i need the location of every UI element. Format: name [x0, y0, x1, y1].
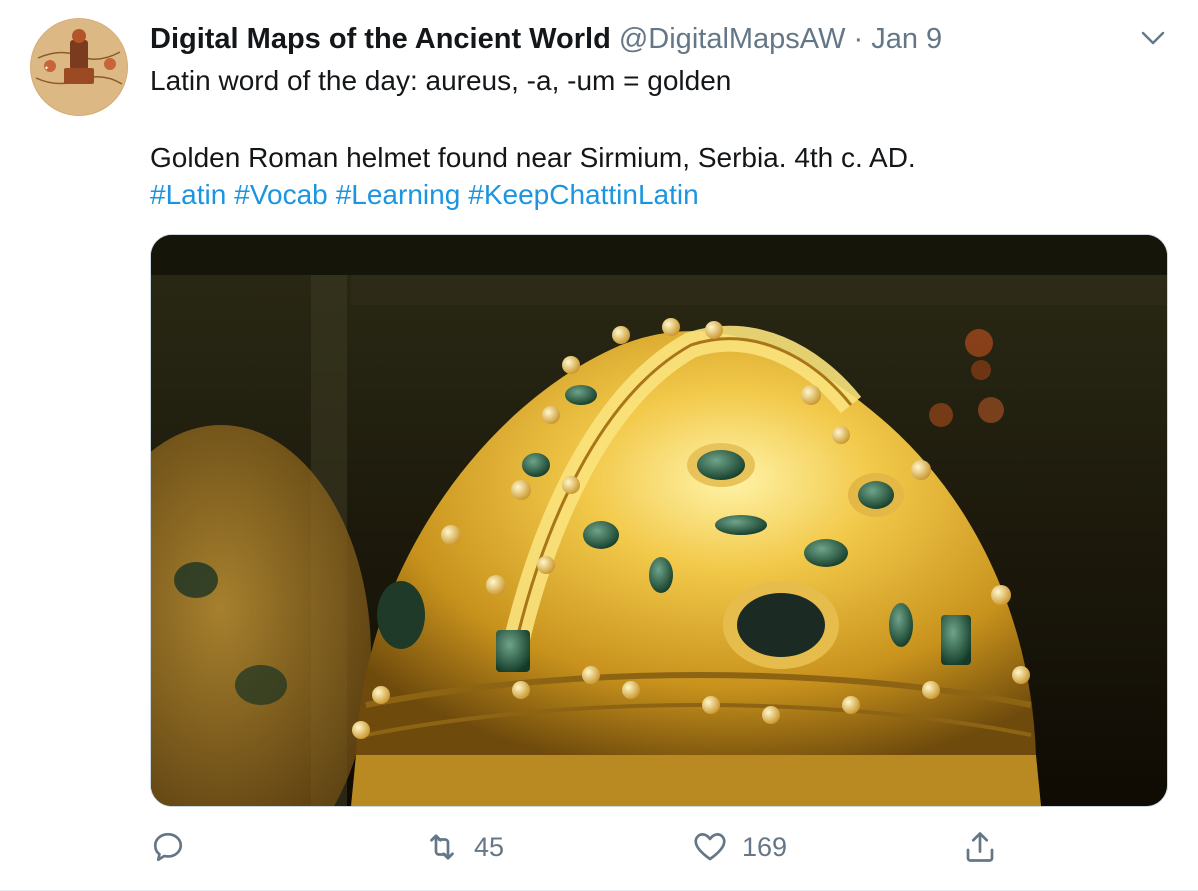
golden-helmet-photo	[151, 235, 1167, 806]
svg-text:✦: ✦	[44, 65, 49, 72]
map-medallion-icon: ✦	[31, 19, 127, 115]
tweet-card[interactable]: ✦ Digital Maps of the Ancient World @Dig…	[0, 0, 1198, 891]
retweet-count: 45	[474, 831, 505, 862]
tweet-text-line1: Latin word of the day: aureus, -a, -um =…	[150, 65, 732, 96]
retweet-button[interactable]: 45	[424, 822, 504, 872]
author-handle[interactable]: @DigitalMapsAW	[619, 23, 846, 55]
chevron-down-icon	[1141, 31, 1165, 45]
tweet-media-photo[interactable]	[150, 234, 1168, 807]
tweet-text-line2: Golden Roman helmet found near Sirmium, …	[150, 142, 916, 173]
share-icon	[966, 832, 994, 862]
tweet-actions: 45 169	[150, 822, 1166, 872]
reply-icon	[153, 832, 183, 862]
author-name[interactable]: Digital Maps of the Ancient World	[150, 23, 611, 55]
share-button[interactable]	[962, 822, 998, 872]
like-count: 169	[742, 831, 788, 862]
heart-icon	[694, 833, 726, 861]
hashtag-keepchattinlatin[interactable]: #KeepChattinLatin	[468, 179, 698, 210]
hashtag-list: #Latin #Vocab #Learning #KeepChattinLatin	[150, 176, 1160, 213]
tweet-header: Digital Maps of the Ancient World @Digit…	[150, 22, 942, 56]
more-options-button[interactable]	[1140, 28, 1166, 48]
hashtag-latin[interactable]: #Latin	[150, 179, 226, 210]
like-button[interactable]: 169	[692, 822, 787, 872]
retweet-icon	[430, 834, 454, 860]
hashtag-vocab[interactable]: #Vocab	[234, 179, 327, 210]
avatar[interactable]: ✦	[30, 18, 128, 116]
separator-dot: ·	[853, 23, 864, 55]
tweet-date[interactable]: Jan 9	[871, 23, 942, 55]
reply-button[interactable]	[150, 822, 186, 872]
hashtag-learning[interactable]: #Learning	[336, 179, 461, 210]
